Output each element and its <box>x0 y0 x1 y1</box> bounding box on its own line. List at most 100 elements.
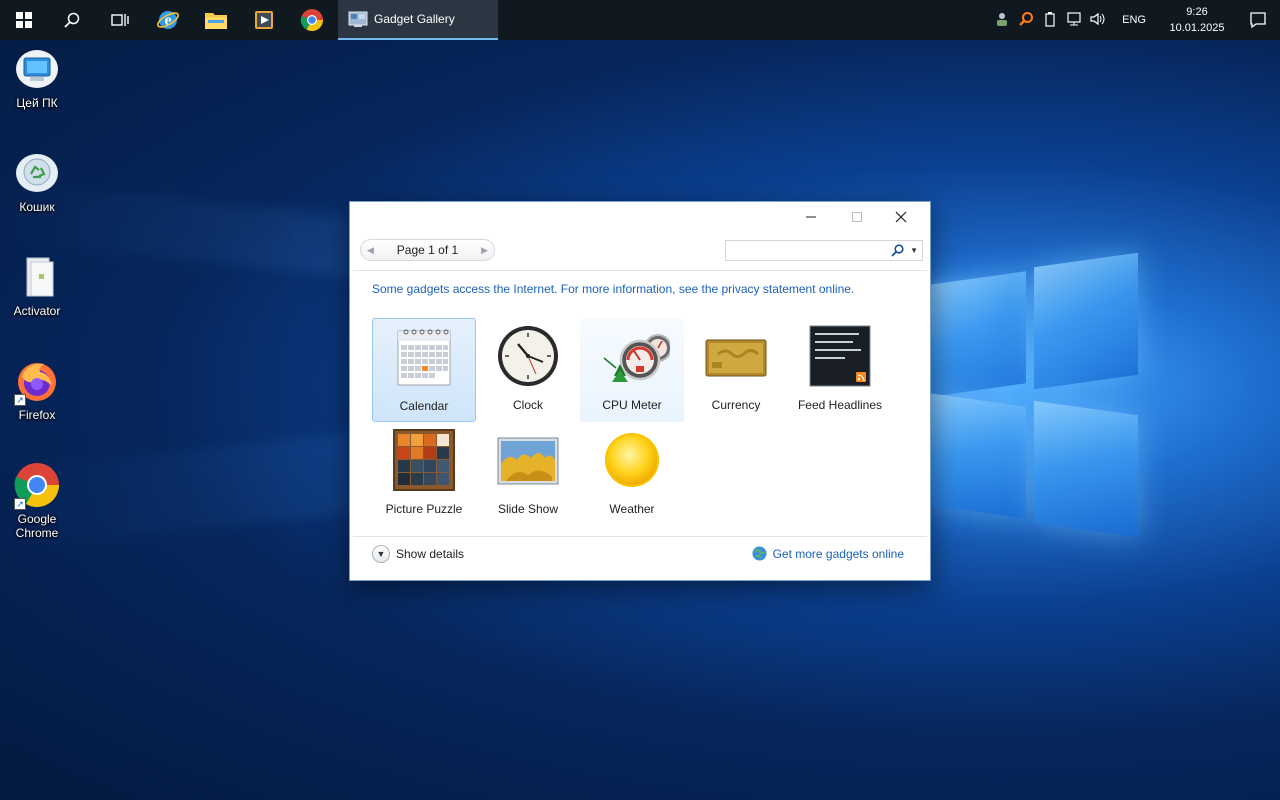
maximize-button[interactable] <box>834 202 880 232</box>
taskbar-app-internet-explorer[interactable]: e <box>144 0 192 40</box>
slide-show-gadget-icon <box>497 437 559 485</box>
shortcut-arrow-icon: ↗ <box>14 394 26 406</box>
task-view-icon <box>111 14 129 26</box>
system-clock[interactable]: 9:26 10.01.2025 <box>1158 4 1236 36</box>
desktop-icon-this-pc[interactable]: Цей ПК <box>4 46 70 110</box>
close-icon <box>895 211 907 223</box>
orange-magnifier-icon <box>1019 11 1034 26</box>
get-more-gadgets-link[interactable]: Get more gadgets online <box>752 546 904 561</box>
gadget-tile-weather[interactable]: Weather <box>580 422 684 526</box>
windows-logo-wallpaper <box>930 250 1140 550</box>
task-view-button[interactable] <box>96 0 144 40</box>
privacy-notice-link[interactable]: Some gadgets access the Internet. For mo… <box>372 282 854 296</box>
clock-gadget-icon <box>498 326 558 386</box>
tray-volume-icon[interactable] <box>1086 11 1110 30</box>
start-button[interactable] <box>0 0 48 40</box>
currency-gadget-icon <box>705 339 767 377</box>
desktop-icon-label: Кошик <box>19 200 55 214</box>
maximize-icon <box>852 212 862 222</box>
show-details-label: Show details <box>396 547 465 561</box>
desktop-icon-firefox[interactable]: ↗ Firefox <box>4 358 70 422</box>
search-icon[interactable] <box>891 244 904 257</box>
page-indicator: Page 1 of 1 <box>396 243 459 257</box>
previous-page-button[interactable]: ◀ <box>367 245 374 256</box>
taskbar-app-file-explorer[interactable] <box>192 0 240 40</box>
folder-icon <box>205 13 227 29</box>
next-page-button[interactable]: ▶ <box>481 245 488 256</box>
search-input[interactable] <box>726 241 886 260</box>
search-button[interactable] <box>48 0 96 40</box>
gadget-label: CPU Meter <box>602 398 662 412</box>
minimize-icon <box>806 216 816 218</box>
gadget-gallery-window: ◀ Page 1 of 1 ▶ ▼ Some gadgets access th… <box>349 201 931 581</box>
gadget-tile-slide-show[interactable]: Slide Show <box>476 422 580 526</box>
shortcut-arrow-icon: ↗ <box>14 498 26 510</box>
taskbar-active-window-label: Gadget Gallery <box>374 12 455 26</box>
search-icon <box>64 12 80 28</box>
gadget-tile-calendar[interactable]: Calendar <box>372 318 476 422</box>
gadget-gallery-icon <box>348 11 368 27</box>
gadget-label: Weather <box>609 502 655 516</box>
tray-network-icon[interactable] <box>1062 11 1086 30</box>
desktop-icon-activator[interactable]: Activator <box>4 254 70 318</box>
internet-explorer-icon: e <box>156 11 180 29</box>
battery-icon <box>1045 11 1055 27</box>
network-icon <box>1067 11 1081 25</box>
cpu-meter-gadget-icon <box>603 334 672 382</box>
action-center-button[interactable] <box>1236 11 1280 29</box>
weather-sun-gadget-icon <box>605 433 659 487</box>
picture-puzzle-gadget-icon <box>393 429 455 491</box>
close-button[interactable] <box>878 202 924 232</box>
gadget-search-box: ▼ <box>725 240 923 261</box>
windows-icon <box>16 12 32 28</box>
desktop-icon-recycle-bin[interactable]: Кошик <box>4 150 70 214</box>
chrome-icon <box>300 9 323 31</box>
gadget-tile-cpu-meter[interactable]: CPU Meter <box>580 318 684 422</box>
get-more-gadgets-label: Get more gadgets online <box>772 546 904 561</box>
tray-user-network-icon[interactable] <box>990 11 1014 30</box>
gadget-tile-feed-headlines[interactable]: Feed Headlines <box>788 318 892 422</box>
speaker-icon <box>1090 12 1105 25</box>
feed-headlines-gadget-icon <box>809 325 871 387</box>
gadget-tile-currency[interactable]: Currency <box>684 318 788 422</box>
notification-icon <box>1250 12 1266 29</box>
gadget-label: Feed Headlines <box>797 398 883 412</box>
window-titlebar[interactable] <box>350 202 930 232</box>
clock-date: 10.01.2025 <box>1169 22 1225 34</box>
tray-battery-icon[interactable] <box>1038 11 1062 30</box>
chevron-down-icon: ▼ <box>372 545 390 563</box>
calendar-gadget-icon <box>397 329 451 386</box>
gadget-label: Clock <box>512 398 543 412</box>
system-tray: ENG 9:26 10.01.2025 <box>990 0 1280 40</box>
gadget-label: Slide Show <box>497 502 559 516</box>
page-navigator: ◀ Page 1 of 1 ▶ <box>360 239 495 261</box>
gadget-label: Picture Puzzle <box>385 502 463 516</box>
user-network-icon <box>997 12 1008 26</box>
gadget-label: Calendar <box>399 399 449 413</box>
globe-icon <box>752 546 767 561</box>
show-details-toggle[interactable]: ▼ Show details <box>372 545 464 563</box>
desktop-icon-label: Firefox <box>18 408 56 422</box>
header-divider <box>353 270 927 271</box>
folder-file-icon <box>26 257 54 297</box>
desktop-icon-label: Google Chrome <box>15 512 59 540</box>
taskbar-app-chrome[interactable] <box>288 0 336 40</box>
taskbar-app-gadget-gallery[interactable]: Gadget Gallery <box>338 0 498 40</box>
computer-icon <box>16 50 58 88</box>
tray-search-icon[interactable] <box>1014 11 1038 30</box>
desktop-icon-label: Цей ПК <box>16 96 58 110</box>
media-player-icon <box>255 11 273 29</box>
clock-time: 9:26 <box>1186 6 1208 18</box>
gadget-tile-clock[interactable]: Clock <box>476 318 580 422</box>
desktop-icon-label: Activator <box>13 304 61 318</box>
desktop-icon-google-chrome[interactable]: ↗ Google Chrome <box>4 462 70 540</box>
taskbar: e Gadget Gallery ENG 9:26 10.01.2025 <box>0 0 1280 40</box>
gadget-label: Currency <box>711 398 761 412</box>
minimize-button[interactable] <box>788 202 834 232</box>
input-language-indicator[interactable]: ENG <box>1110 14 1158 26</box>
gadget-tile-picture-puzzle[interactable]: Picture Puzzle <box>372 422 476 526</box>
footer-divider <box>353 536 927 537</box>
recycle-bin-icon <box>16 154 58 192</box>
taskbar-app-media-player[interactable] <box>240 0 288 40</box>
search-dropdown-arrow-icon[interactable]: ▼ <box>910 246 918 255</box>
